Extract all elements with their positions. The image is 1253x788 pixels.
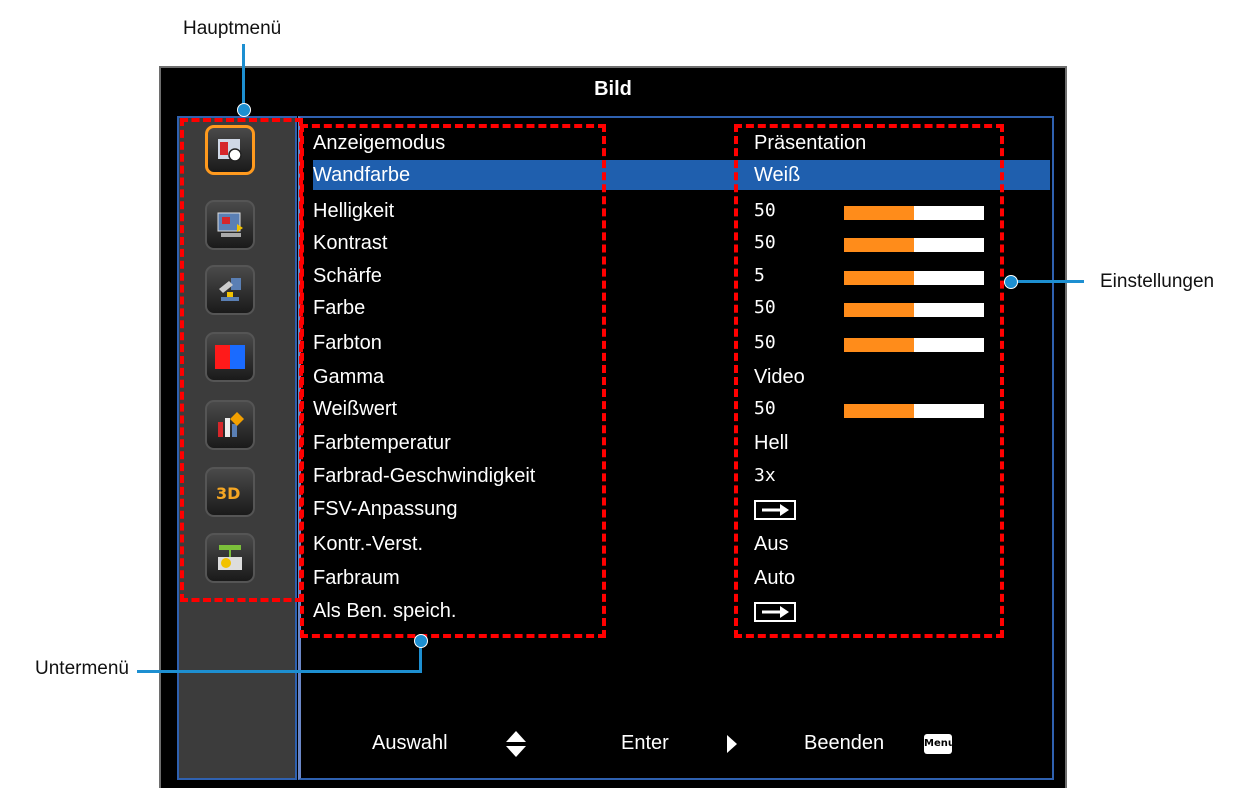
osd-title: Bild <box>594 78 632 100</box>
settings-dashed-box <box>734 124 1004 638</box>
hauptmenu-callout-dot <box>237 103 251 117</box>
callout-untermenu: Untermenü <box>35 658 129 679</box>
footer-select-label: Auswahl <box>372 732 448 754</box>
callout-hauptmenu: Hauptmenü <box>183 18 282 39</box>
einstellungen-callout-dot <box>1004 275 1018 289</box>
osd-window: Bild 3D Anzeigemodus Präsentation Wandfa… <box>159 66 1067 788</box>
untermenu-callout-dot <box>414 634 428 648</box>
submenu-dashed-box <box>300 124 606 638</box>
menu-key-icon: Menu <box>924 734 955 754</box>
up-down-arrow-icon <box>506 731 526 757</box>
callout-einstellungen: Einstellungen <box>1100 271 1215 292</box>
main-menu-dashed-box <box>180 118 303 602</box>
right-arrow-icon <box>727 735 737 753</box>
footer-exit-label: Beenden <box>804 732 885 754</box>
footer-enter-label: Enter <box>621 732 669 754</box>
einstellungen-callout-line <box>1010 280 1084 283</box>
hauptmenu-callout-line <box>242 44 245 108</box>
untermenu-callout-line-h <box>137 670 421 673</box>
